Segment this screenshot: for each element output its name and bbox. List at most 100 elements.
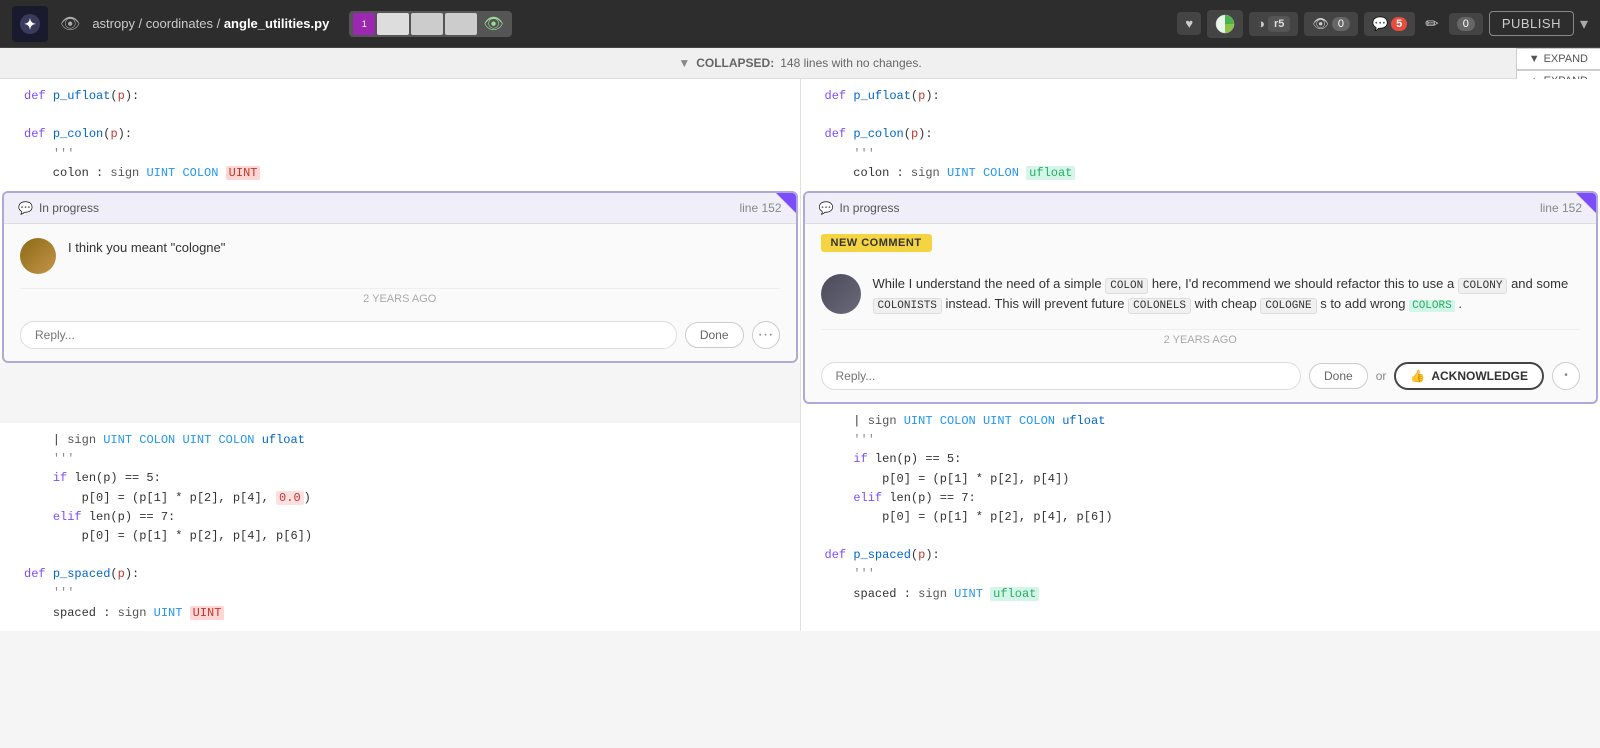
nav-contrast-group[interactable]: ◑ r5 xyxy=(1249,12,1298,36)
right-diff-column: def p_ufloat(p): def p_colon(p): ''' col… xyxy=(801,79,1600,631)
right-comment-panel: 💬 In progress line 152 NEW COMMENT While… xyxy=(803,191,1599,404)
code-line: spaced : sign UINT UINT xyxy=(16,604,784,623)
right-reply-input[interactable] xyxy=(821,362,1302,390)
code-line xyxy=(16,106,784,125)
code-line xyxy=(16,546,784,565)
left-comment-panel: 💬 In progress line 152 I think you meant… xyxy=(2,191,798,363)
code-line: ''' xyxy=(817,145,1585,164)
corner-flag xyxy=(776,193,796,213)
code-line: elif len(p) == 7: xyxy=(16,508,784,527)
code-line: def p_ufloat(p): xyxy=(817,87,1585,106)
inline-colonists: COLONISTS xyxy=(873,298,942,314)
right-comment-timestamp: 2 YEARS AGO xyxy=(821,329,1581,354)
diff-columns: def p_ufloat(p): def p_colon(p): ''' col… xyxy=(0,79,1600,631)
code-line: def p_spaced(p): xyxy=(16,565,784,584)
inline-colon: COLON xyxy=(1105,278,1148,294)
right-more-button[interactable]: • xyxy=(1552,362,1580,390)
left-diff-column: def p_ufloat(p): def p_colon(p): ''' col… xyxy=(0,79,801,631)
zero-count-badge: 0 xyxy=(1457,17,1475,31)
right-comment-body: While I understand the need of a simple … xyxy=(805,260,1597,329)
pie-chart-icon xyxy=(1215,14,1235,34)
left-code-before: def p_ufloat(p): def p_colon(p): ''' col… xyxy=(0,79,800,191)
right-commenter-avatar xyxy=(821,274,861,314)
left-more-button[interactable]: ··· xyxy=(752,321,780,349)
thumb-2[interactable] xyxy=(377,13,409,35)
nav-heart-icon[interactable]: ♥ xyxy=(1177,12,1201,35)
thumb-eye-icon[interactable]: 👁 xyxy=(479,14,507,34)
left-done-button[interactable]: Done xyxy=(685,322,744,348)
nav-chart-icon[interactable] xyxy=(1207,10,1243,38)
left-comment-header: 💬 In progress line 152 xyxy=(4,193,796,224)
right-comment-header: 💬 In progress line 152 xyxy=(805,193,1597,224)
breadcrumb: astropy / coordinates / angle_utilities.… xyxy=(92,16,329,31)
topnav: ✦ 👁 astropy / coordinates / angle_utilit… xyxy=(0,0,1600,48)
code-line xyxy=(817,106,1585,125)
publish-button[interactable]: PUBLISH xyxy=(1489,11,1574,36)
code-line: | sign UINT COLON UINT COLON ufloat xyxy=(817,412,1585,431)
left-comment-status: In progress xyxy=(39,201,99,215)
nav-icons: ♥ ◑ r5 👁 0 💬 5 ✏ 0 xyxy=(1177,10,1588,38)
code-line: ''' xyxy=(817,565,1585,584)
pencil-icon[interactable]: ✏ xyxy=(1421,14,1442,34)
nav-chat-group[interactable]: 💬 5 xyxy=(1364,12,1415,36)
code-line: ''' xyxy=(16,450,784,469)
chat-bubble-icon: 💬 xyxy=(18,201,33,215)
right-corner-flag xyxy=(1576,193,1596,213)
expand-down-icon: ▼ xyxy=(1529,53,1540,65)
code-line: | sign UINT COLON UINT COLON ufloat xyxy=(16,431,784,450)
thumb-1[interactable]: 1 xyxy=(353,13,375,35)
left-code-after: | sign UINT COLON UINT COLON ufloat ''' … xyxy=(0,423,800,631)
thumb-4[interactable] xyxy=(445,13,477,35)
r5-badge: r5 xyxy=(1268,16,1290,32)
right-comment-actions: Done or 👍 ACKNOWLEDGE • xyxy=(805,354,1597,402)
right-comment-status: In progress xyxy=(839,201,899,215)
code-line: if len(p) == 5: xyxy=(16,469,784,488)
code-line: p[0] = (p[1] * p[2], p[4], 0.0) xyxy=(16,489,784,508)
left-gray-area xyxy=(0,363,800,423)
left-reply-input[interactable] xyxy=(20,321,677,349)
publish-dropdown-arrow[interactable]: ▾ xyxy=(1580,14,1588,34)
eye-icon[interactable]: 👁 xyxy=(56,10,84,38)
code-line: p[0] = (p[1] * p[2], p[4]) xyxy=(817,470,1585,489)
code-line: def p_spaced(p): xyxy=(817,546,1585,565)
nav-zero-badge[interactable]: 0 xyxy=(1449,13,1483,35)
diff-container: def p_ufloat(p): def p_colon(p): ''' col… xyxy=(0,79,1600,631)
code-line: ''' xyxy=(817,431,1585,450)
inline-cologne: COLOGNE xyxy=(1260,298,1316,314)
or-text: or xyxy=(1376,369,1387,383)
thumb-3[interactable] xyxy=(411,13,443,35)
left-commenter-avatar xyxy=(20,238,56,274)
code-line: ''' xyxy=(16,145,784,164)
code-line: p[0] = (p[1] * p[2], p[4], p[6]) xyxy=(817,508,1585,527)
right-done-button[interactable]: Done xyxy=(1309,363,1368,389)
collapsed-label: COLLAPSED: xyxy=(696,56,774,70)
right-code-after: | sign UINT COLON UINT COLON ufloat ''' … xyxy=(801,404,1600,612)
logo[interactable]: ✦ xyxy=(12,6,48,42)
code-line: ''' xyxy=(16,584,784,603)
left-comment-timestamp: 2 YEARS AGO xyxy=(20,288,780,313)
new-comment-badge: NEW COMMENT xyxy=(821,234,932,252)
chat-badge: 5 xyxy=(1391,17,1407,31)
right-comment-text: While I understand the need of a simple … xyxy=(873,274,1581,315)
collapsed-detail: 148 lines with no changes. xyxy=(780,56,921,70)
code-line: p[0] = (p[1] * p[2], p[4], p[6]) xyxy=(16,527,784,546)
code-line: def p_ufloat(p): xyxy=(16,87,784,106)
thumbnail-strip: 1 👁 xyxy=(349,11,511,37)
code-line: spaced : sign UINT ufloat xyxy=(817,585,1585,604)
nav-eye-count-group[interactable]: 👁 0 xyxy=(1304,12,1358,36)
left-comment-body: I think you meant "cologne" xyxy=(4,224,796,288)
inline-colonels: COLONELS xyxy=(1128,298,1191,314)
thumbs-up-icon: 👍 xyxy=(1410,369,1425,383)
left-comment-text: I think you meant "cologne" xyxy=(68,238,225,258)
code-line: elif len(p) == 7: xyxy=(817,489,1585,508)
right-code-before: def p_ufloat(p): def p_colon(p): ''' col… xyxy=(801,79,1600,191)
svg-text:✦: ✦ xyxy=(24,16,36,32)
code-line: colon : sign UINT COLON UINT xyxy=(16,164,784,183)
chat-bubble-icon-right: 💬 xyxy=(819,201,834,215)
code-line: if len(p) == 5: xyxy=(817,450,1585,469)
expand-down-button[interactable]: ▼ EXPAND xyxy=(1516,48,1600,70)
acknowledge-button[interactable]: 👍 ACKNOWLEDGE xyxy=(1394,362,1544,390)
collapsed-bar: ▼ COLLAPSED: 148 lines with no changes. … xyxy=(0,48,1600,79)
inline-colony: COLONY xyxy=(1458,278,1508,294)
code-line xyxy=(817,527,1585,546)
